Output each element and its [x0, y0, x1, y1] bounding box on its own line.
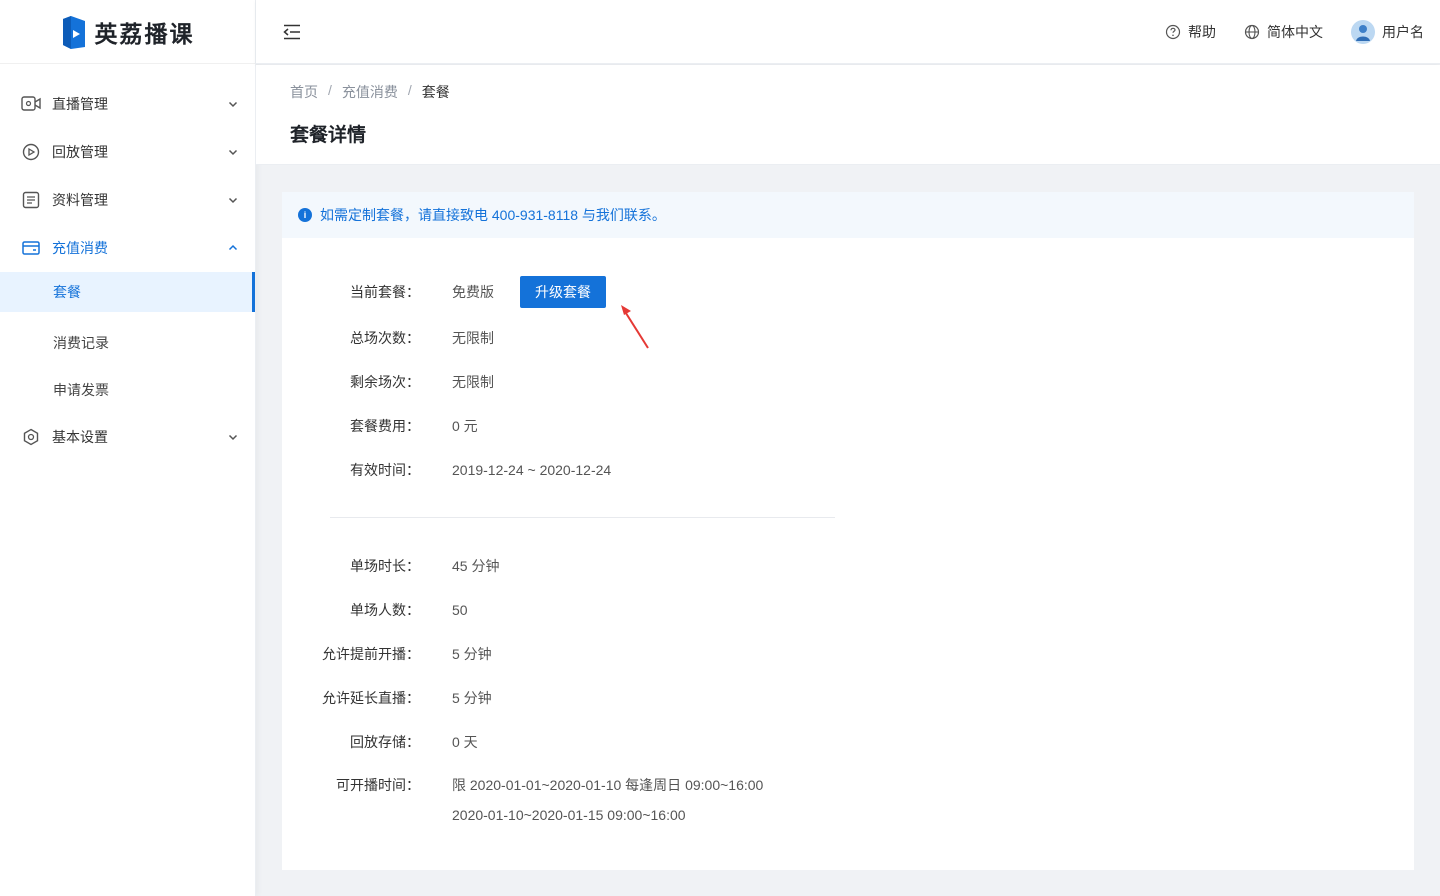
user-menu[interactable]: 用户名: [1351, 20, 1424, 44]
info-notice: i 如需定制套餐，请直接致电 400-931-8118 与我们联系。: [282, 192, 1414, 238]
sidebar-item-materials[interactable]: 资料管理: [0, 176, 255, 224]
logo[interactable]: 英荔播课: [0, 0, 255, 64]
chevron-down-icon: [228, 101, 238, 108]
breadcrumb-separator: /: [328, 82, 332, 98]
sidebar-item-label: 回放管理: [52, 144, 108, 160]
breadcrumb-separator: /: [407, 82, 412, 98]
field-label: 允许提前开播：: [322, 646, 420, 662]
field-label: 剩余场次：: [350, 374, 420, 390]
chevron-up-icon: [228, 244, 238, 251]
field-label: 有效时间：: [350, 462, 420, 478]
field-extend-live: 允许延长直播： 5 分钟: [282, 688, 982, 708]
field-value: 限 2020-01-01~2020-01-10 每逢周日 09:00~16:00…: [452, 770, 763, 830]
field-label: 单场人数：: [350, 602, 420, 618]
user-name: 用户名: [1382, 24, 1424, 40]
field-label: 总场次数：: [350, 330, 420, 346]
sidebar-menu: 直播管理 回放管理 资料管理 充值消费 套餐 消费记录 申请发票 基本设置: [0, 64, 255, 461]
sidebar-item-label: 基本设置: [52, 429, 108, 445]
logo-icon: [62, 15, 85, 49]
help-label: 帮助: [1188, 24, 1216, 40]
sidebar-item-live[interactable]: 直播管理: [0, 80, 255, 128]
field-value: 2019-12-24 ~ 2020-12-24: [452, 462, 612, 478]
field-session-duration: 单场时长： 45 分钟: [282, 556, 982, 576]
top-header: 帮助 简体中文 用户名: [256, 0, 1440, 64]
sidebar-item-label: 充值消费: [52, 240, 108, 256]
header-actions: 帮助 简体中文 用户名: [1165, 0, 1424, 64]
field-value: 50: [452, 602, 468, 618]
field-value: 5 分钟: [452, 646, 492, 662]
menu-collapse-icon[interactable]: [282, 22, 302, 42]
language-label: 简体中文: [1267, 24, 1323, 40]
page-header: 首页 / 充值消费 / 套餐 套餐详情: [256, 65, 1440, 165]
breadcrumb-home[interactable]: 首页: [290, 82, 318, 102]
sidebar: 英荔播课 直播管理 回放管理 资料管理 充值消费 套餐 消费记录 申请发票 基本…: [0, 0, 256, 896]
notice-text: 如需定制套餐，请直接致电 400-931-8118 与我们联系。: [320, 207, 666, 223]
chevron-down-icon: [228, 149, 238, 156]
breadcrumb-recharge[interactable]: 充值消费: [342, 82, 398, 102]
wallet-icon: [21, 238, 41, 258]
field-value: 免费版: [452, 284, 494, 300]
sidebar-item-settings[interactable]: 基本设置: [0, 413, 255, 461]
sidebar-item-recharge[interactable]: 充值消费: [0, 224, 255, 272]
help-link[interactable]: 帮助: [1165, 22, 1216, 42]
sidebar-subitem-plan[interactable]: 套餐: [0, 272, 255, 312]
sidebar-subitem-consumption-records[interactable]: 消费记录: [0, 319, 255, 366]
field-value: 45 分钟: [452, 558, 500, 574]
field-broadcast-time: 可开播时间： 限 2020-01-01~2020-01-10 每逢周日 09:0…: [282, 770, 982, 830]
upgrade-plan-button[interactable]: 升级套餐: [520, 276, 606, 308]
field-value: 5 分钟: [452, 690, 492, 706]
field-value: 无限制: [452, 330, 494, 346]
broadcast-time-line: 限 2020-01-01~2020-01-10 每逢周日 09:00~16:00: [452, 777, 764, 793]
logo-text: 英荔播课: [94, 20, 195, 47]
avatar: [1351, 20, 1375, 44]
info-icon: i: [298, 208, 312, 222]
breadcrumb-current: 套餐: [421, 84, 450, 100]
field-label: 套餐费用：: [350, 418, 420, 434]
field-label: 可开播时间：: [336, 777, 420, 793]
field-label: 回放存储：: [350, 734, 420, 750]
field-replay-storage: 回放存储： 0 天: [282, 732, 982, 752]
field-label: 当前套餐：: [350, 284, 420, 300]
broadcast-time-line: 2020-01-10~2020-01-15 09:00~16:00: [452, 807, 686, 823]
sidebar-item-replay[interactable]: 回放管理: [0, 128, 255, 176]
chevron-down-icon: [228, 197, 238, 204]
plan-details-card: i 如需定制套餐，请直接致电 400-931-8118 与我们联系。 当前套餐：…: [282, 192, 1414, 870]
annotation-arrow-icon: [621, 305, 649, 349]
breadcrumb: 首页 / 充值消费 / 套餐: [290, 82, 450, 102]
sidebar-subitem-invoice[interactable]: 申请发票: [0, 366, 255, 413]
section-divider: [330, 517, 835, 518]
field-session-attendees: 单场人数： 50: [282, 600, 982, 620]
field-label: 单场时长：: [350, 558, 420, 574]
video-camera-icon: [21, 94, 41, 114]
field-label: 允许延长直播：: [322, 690, 420, 706]
field-value: 无限制: [452, 374, 494, 390]
replay-icon: [21, 142, 41, 162]
help-icon: [1165, 24, 1181, 40]
field-remaining-sessions: 剩余场次： 无限制: [282, 372, 982, 392]
sidebar-item-label: 资料管理: [52, 192, 108, 208]
field-value: 0 元: [452, 418, 478, 434]
settings-icon: [21, 427, 41, 447]
sidebar-item-label: 直播管理: [52, 96, 108, 112]
chevron-down-icon: [228, 434, 238, 441]
page-title: 套餐详情: [290, 125, 367, 146]
language-switcher[interactable]: 简体中文: [1244, 22, 1323, 42]
globe-icon: [1244, 24, 1260, 40]
field-plan-fee: 套餐费用： 0 元: [282, 416, 982, 436]
field-value: 0 天: [452, 734, 478, 750]
document-icon: [21, 190, 41, 210]
field-valid-period: 有效时间： 2019-12-24 ~ 2020-12-24: [282, 460, 982, 480]
field-early-start: 允许提前开播： 5 分钟: [282, 644, 982, 664]
